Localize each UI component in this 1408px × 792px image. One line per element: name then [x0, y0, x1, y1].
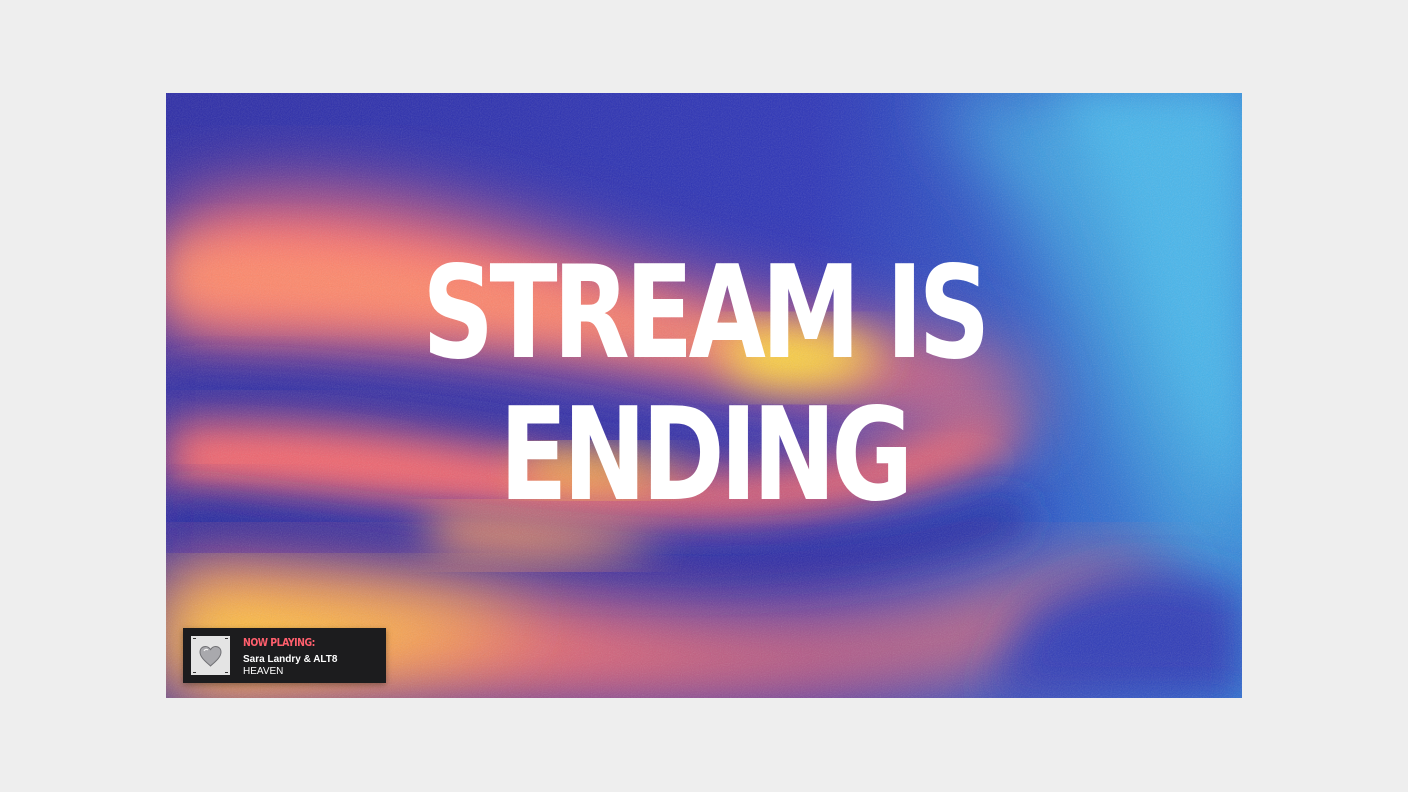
- now-playing-label: NOW PLAYING:: [243, 636, 315, 649]
- headline-line-1: STREAM IS: [422, 239, 990, 388]
- album-cover: [191, 636, 230, 675]
- track-artist: Sara Landry & ALT8: [243, 654, 338, 665]
- track-title: HEAVEN: [243, 666, 284, 677]
- stream-ending-scene: STREAM IS ENDING NOW PLAYING: Sara Landr…: [166, 93, 1242, 698]
- heart-icon: [191, 636, 230, 675]
- now-playing-widget: NOW PLAYING: Sara Landry & ALT8 HEAVEN: [183, 628, 386, 683]
- headline-line-2: ENDING: [499, 381, 913, 530]
- stream-ending-headline: STREAM IS ENDING: [284, 243, 1123, 527]
